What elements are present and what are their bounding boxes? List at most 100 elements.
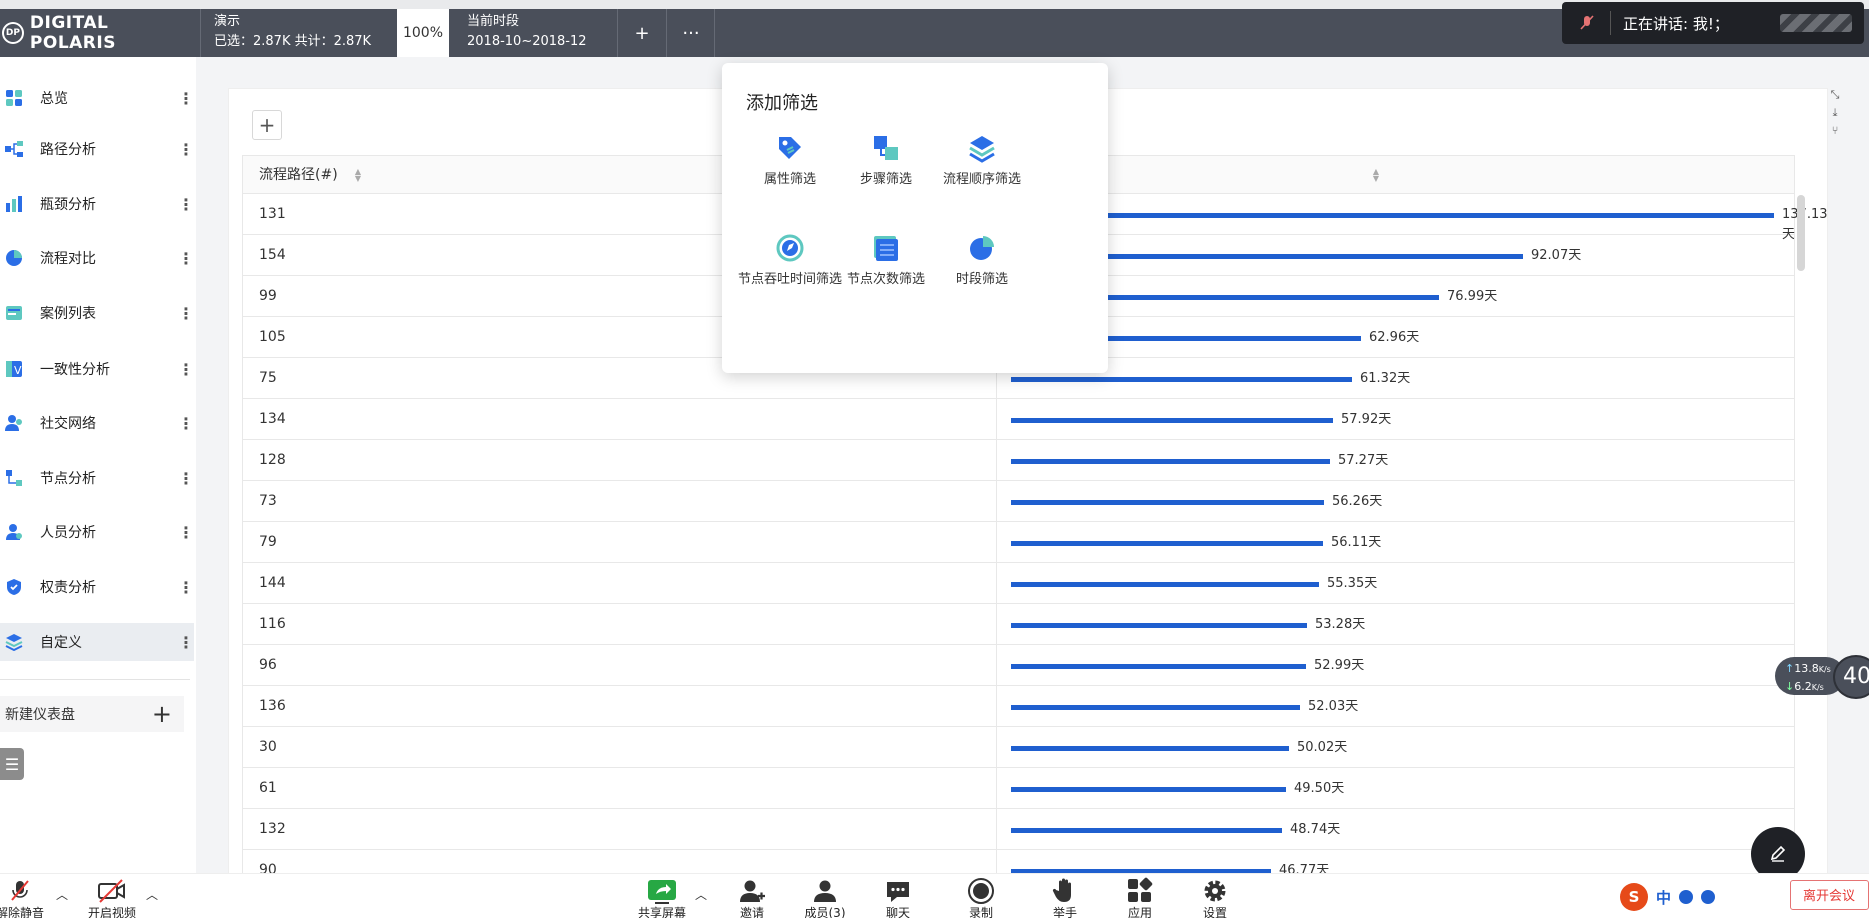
sidebar-item-process-compare[interactable]: 流程对比 ⋮ [0,239,194,277]
more-vertical-icon[interactable]: ⋮ [178,304,194,323]
duration-value: 50.02天 [1297,740,1348,755]
filter-icon[interactable]: ⑂ [1832,124,1839,137]
table-row[interactable]: 136 52.03天 [242,686,1795,727]
download-icon[interactable]: ⤓ [1833,106,1838,120]
sidebar-item-path-analysis[interactable]: 路径分析 ⋮ [0,130,194,168]
toolbar-label: 解除静音 [0,906,44,918]
ime-emoji-icon[interactable] [1701,890,1716,904]
chevron-up-icon[interactable]: ︿ [56,886,68,903]
filter-option-node-count[interactable]: 节点次数筛选 [832,233,940,286]
sidebar-item-node-analysis[interactable]: 节点分析 ⋮ [0,459,194,497]
table-row[interactable]: 96 52.99天 [242,645,1795,686]
sidebar-item-overview[interactable]: 总览 ⋮ [0,79,194,117]
duration-bar [1011,828,1282,833]
column-header-path[interactable]: 流程路径(#) [259,156,338,195]
table-row[interactable]: 61 49.50天 [242,768,1795,809]
sort-icon[interactable]: ▲ ▼ [1371,168,1381,183]
chevron-up-icon[interactable]: ︿ [695,886,707,903]
filter-option-label: 步骤筛选 [859,172,912,187]
path-id: 79 [259,534,277,550]
node-analysis-icon [5,469,23,487]
duration-bar [1011,500,1324,505]
duration-bar [1011,705,1300,710]
toolbar-label: 聊天 [885,906,910,918]
path-id: 99 [259,288,277,304]
mic-muted-icon [1576,12,1598,34]
apps-button[interactable]: 应用 [1112,876,1168,918]
more-vertical-icon[interactable]: ⋮ [178,89,194,108]
filter-option-attribute[interactable]: 属性筛选 [736,133,844,186]
table-scrollbar[interactable] [1797,195,1805,271]
path-id: 134 [259,411,286,427]
unmute-button[interactable]: 解除静音 [0,876,48,918]
more-vertical-icon[interactable]: ⋮ [178,469,194,488]
more-vertical-icon[interactable]: ⋮ [178,360,194,379]
add-filter-popover: 添加筛选 属性筛选 步骤筛选 流程顺序筛选 节点吞吐时间筛选 节点次数筛选 时段 [722,63,1108,373]
zoom-level[interactable]: 100% [397,9,449,57]
mic-muted-icon [0,876,48,906]
ime-punctuation-icon[interactable] [1679,890,1694,904]
sidebar-item-custom[interactable]: 自定义 ⋮ [0,623,194,661]
sidebar-item-conformance[interactable]: V 一致性分析 ⋮ [0,350,194,388]
more-vertical-icon[interactable]: ⋮ [178,249,194,268]
sidebar-item-bottleneck[interactable]: 瓶颈分析 ⋮ [0,185,194,223]
more-vertical-icon[interactable]: ⋮ [178,140,194,159]
members-button[interactable]: 成员(3) [797,876,853,918]
sidebar-item-case-list[interactable]: 案例列表 ⋮ [0,294,194,332]
period-selector[interactable]: 当前时段 2018-10~2018-12 [467,9,617,57]
dataset-selector[interactable]: 演示 已选：2.87K 共计：2.87K [214,9,394,57]
raise-hand-icon [1037,876,1093,906]
leave-meeting-tip[interactable]: 离开会议 [1790,880,1869,910]
table-row[interactable]: 132 48.74天 [242,809,1795,850]
chat-button[interactable]: 聊天 [870,876,926,918]
sogou-icon[interactable]: S [1620,883,1648,911]
chevron-up-icon[interactable]: ︿ [146,886,158,903]
start-video-button[interactable]: 开启视频 [84,876,140,918]
record-button[interactable]: 录制 [953,876,1009,918]
more-vertical-icon[interactable]: ⋮ [178,414,194,433]
download-speed: 6.2 [1794,680,1812,693]
people-analysis-icon [5,523,23,541]
settings-button[interactable]: 设置 [1187,876,1243,918]
raise-hand-button[interactable]: 举手 [1037,876,1093,918]
table-row[interactable]: 30 50.02天 [242,727,1795,768]
table-row[interactable]: 73 56.26天 [242,481,1795,522]
ime-language[interactable]: 中 [1656,887,1671,908]
sidebar-item-label: 权责分析 [40,580,96,596]
more-vertical-icon[interactable]: ⋮ [178,578,194,597]
sidebar-item-responsibility[interactable]: 权责分析 ⋮ [0,568,194,606]
sort-icon[interactable]: ▲ ▼ [353,168,363,183]
collapse-icon[interactable]: ⤡ [1831,88,1840,102]
add-widget-button[interactable]: + [252,110,282,140]
new-dashboard-button[interactable]: 新建仪表盘 + [0,696,184,732]
invite-button[interactable]: 邀请 [724,876,780,918]
more-vertical-icon[interactable]: ⋮ [178,195,194,214]
filter-option-sequence[interactable]: 流程顺序筛选 [928,133,1036,186]
add-button[interactable]: + [618,9,666,57]
table-row[interactable]: 116 53.28天 [242,604,1795,645]
chat-icon [870,876,926,906]
sidebar-item-social-network[interactable]: 社交网络 ⋮ [0,404,194,442]
sidebar-item-label: 节点分析 [40,471,96,487]
more-vertical-icon[interactable]: ⋮ [178,523,194,542]
plus-icon[interactable]: + [152,696,172,732]
overview-icon [5,89,23,107]
column-divider [996,645,997,685]
duration-value: 62.96天 [1369,330,1420,345]
sidebar-item-label: 一致性分析 [40,362,110,378]
sidebar-item-people-analysis[interactable]: 人员分析 ⋮ [0,513,194,551]
path-id: 73 [259,493,277,509]
share-screen-button[interactable]: 共享屏幕 [634,876,690,918]
filter-option-node-throughput[interactable]: 节点吞吐时间筛选 [736,233,844,286]
filter-option-steps[interactable]: 步骤筛选 [832,133,940,186]
more-vertical-icon[interactable]: ⋮ [178,633,194,652]
table-row[interactable]: 79 56.11天 [242,522,1795,563]
filter-option-period[interactable]: 时段筛选 [928,233,1036,286]
filter-option-label: 时段筛选 [955,272,1008,287]
table-row[interactable]: 134 57.92天 [242,399,1795,440]
table-row[interactable]: 128 57.27天 [242,440,1795,481]
table-row[interactable]: 144 55.35天 [242,563,1795,604]
menu-icon[interactable]: ☰ [0,748,24,780]
more-button[interactable]: ··· [667,9,715,57]
logo: DP DIGITAL POLARIS [0,9,200,57]
